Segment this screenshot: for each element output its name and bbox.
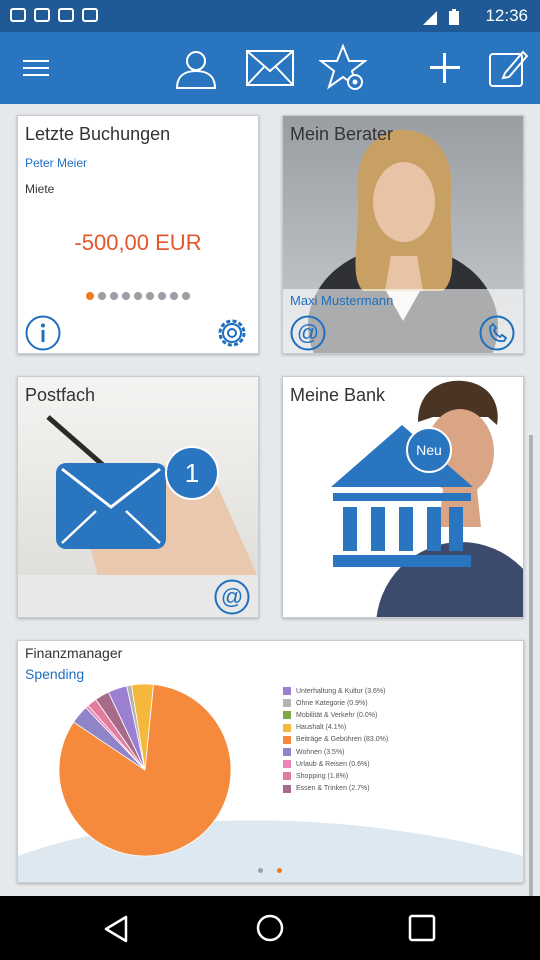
pagination-dot[interactable] [277, 868, 282, 873]
my-bank-card[interactable]: Meine Bank Neu [282, 376, 524, 618]
legend-swatch [283, 699, 291, 708]
recent-apps-icon[interactable] [406, 912, 438, 944]
settings-gear-icon[interactable] [214, 315, 250, 351]
legend-item: Ohne Kategorie (0.9%) [283, 697, 388, 709]
chart-legend: Unterhaltung & Kultur (3.6%) Ohne Kategor… [283, 685, 388, 795]
pagination-dot[interactable] [110, 292, 118, 300]
card-title: Postfach [25, 385, 96, 405]
legend-label: Mobilität & Verkehr (0.0%) [296, 711, 378, 719]
notification-icon [10, 8, 26, 22]
scrollbar[interactable] [529, 435, 533, 897]
legend-label: Urlaub & Reisen (0.6%) [296, 760, 370, 768]
legend-item: Beiträge & Gebühren (83.0%) [283, 734, 388, 746]
battery-icon [449, 9, 459, 25]
phone-icon[interactable] [479, 315, 515, 351]
finance-manager-card[interactable]: Finanzmanager Spending Unterhaltung & Ku… [17, 640, 524, 883]
pagination-dot[interactable] [122, 292, 130, 300]
profile-button[interactable] [172, 44, 220, 92]
card-title: Meine Bank [290, 385, 386, 405]
legend-item: Unterhaltung & Kultur (3.6%) [283, 685, 388, 697]
system-icons [422, 9, 460, 26]
svg-text:@: @ [297, 320, 319, 345]
notification-icon [82, 8, 98, 22]
legend-swatch [283, 784, 291, 793]
new-badge: Neu [406, 427, 452, 473]
pagination-dot[interactable] [86, 292, 94, 300]
legend-label: Essen & Trinken (2.7%) [296, 785, 370, 793]
menu-button[interactable] [12, 44, 60, 92]
mailbox-card[interactable]: Postfach 1 @ [17, 376, 259, 618]
card-title: Mein Berater [290, 124, 394, 144]
legend-label: Ohne Kategorie (0.9%) [296, 699, 368, 707]
legend-item: Wohnen (3.5%) [283, 746, 388, 758]
star-settings-icon [319, 44, 367, 90]
legend-swatch [283, 735, 291, 744]
edit-button[interactable] [484, 44, 532, 92]
envelope-icon [56, 463, 166, 549]
legend-label: Wohnen (3.5%) [296, 748, 345, 756]
favorites-settings-button[interactable] [319, 44, 367, 92]
legend-item: Haushalt (4.1%) [283, 722, 388, 734]
menu-icon [23, 60, 49, 76]
booking-amount: -500,00 EUR [74, 230, 202, 255]
status-bar: 12:36 [0, 0, 540, 32]
legend-label: Haushalt (4.1%) [296, 724, 347, 732]
card-title: Letzte Buchungen [25, 124, 171, 144]
legend-swatch [283, 723, 291, 732]
mail-icon [246, 50, 294, 86]
legend-item: Essen & Trinken (2.7%) [283, 783, 388, 795]
svg-text:@: @ [221, 584, 243, 609]
legend-item: Urlaub & Reisen (0.6%) [283, 758, 388, 770]
legend-swatch [283, 760, 291, 769]
unread-count-badge: 1 [165, 446, 219, 500]
spending-pie-chart[interactable] [58, 683, 232, 857]
pagination-dots[interactable] [18, 292, 258, 300]
booking-description: Miete [25, 182, 55, 196]
back-icon[interactable] [101, 913, 133, 945]
legend-swatch [283, 772, 291, 781]
pagination-dot[interactable] [258, 868, 263, 873]
notification-icon [34, 8, 50, 22]
pagination-dot[interactable] [182, 292, 190, 300]
home-icon[interactable] [254, 912, 286, 944]
legend-item: Shopping (1.8%) [283, 770, 388, 782]
person-icon [175, 51, 217, 89]
status-time: 12:36 [485, 6, 528, 25]
legend-label: Unterhaltung & Kultur (3.6%) [296, 687, 386, 695]
pagination-dot[interactable] [134, 292, 142, 300]
recent-bookings-card[interactable]: Letzte Buchungen Peter Meier Miete -500,… [17, 115, 259, 354]
pagination-dot[interactable] [98, 292, 106, 300]
account-holder-name: Peter Meier [25, 156, 88, 170]
notification-icon [58, 8, 74, 22]
legend-label: Beiträge & Gebühren (83.0%) [296, 736, 389, 744]
messages-button[interactable] [246, 44, 294, 92]
system-navigation-bar [0, 896, 540, 960]
pagination-dot[interactable] [146, 292, 154, 300]
legend-swatch [283, 748, 291, 757]
edit-icon [489, 50, 528, 87]
pagination-dot[interactable] [170, 292, 178, 300]
legend-label: Shopping (1.8%) [296, 772, 349, 780]
legend-swatch [283, 687, 291, 696]
legend-swatch [283, 711, 291, 720]
advisor-name: Maxi Mustermann [290, 293, 394, 308]
app-toolbar [0, 32, 540, 104]
advisor-card[interactable]: Mein Berater Maxi Mustermann @ [282, 115, 524, 354]
signal-icon [423, 10, 437, 25]
info-icon[interactable] [25, 315, 61, 351]
chart-subtitle: Spending [25, 666, 85, 682]
email-at-icon[interactable]: @ [290, 315, 326, 351]
finance-pagination-dots[interactable] [258, 868, 282, 873]
legend-item: Mobilität & Verkehr (0.0%) [283, 709, 388, 721]
email-at-icon[interactable]: @ [214, 579, 250, 615]
add-button[interactable] [421, 44, 469, 92]
notification-icons [10, 8, 98, 22]
pagination-dot[interactable] [158, 292, 166, 300]
card-title: Finanzmanager [25, 645, 123, 661]
plus-icon [430, 53, 460, 83]
